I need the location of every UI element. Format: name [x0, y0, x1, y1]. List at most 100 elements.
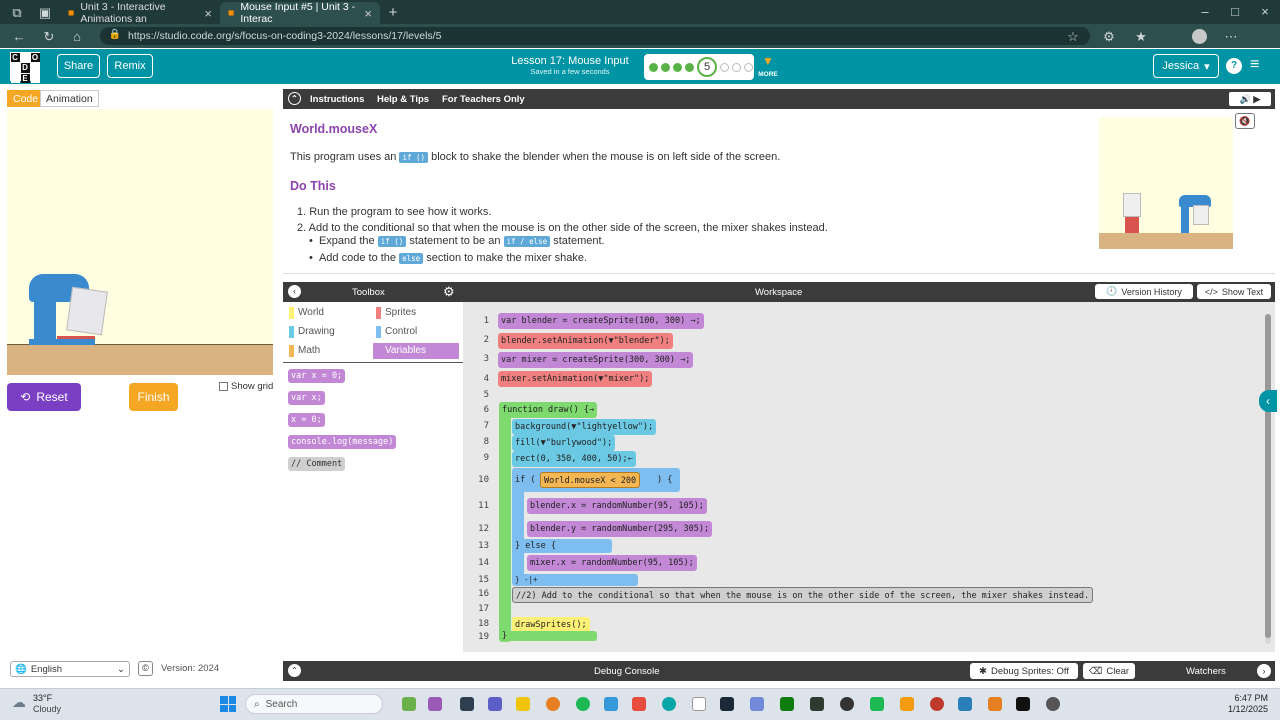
app-icon[interactable] — [900, 697, 914, 711]
widgets-icon[interactable] — [402, 697, 416, 711]
app-icon[interactable] — [1046, 697, 1060, 711]
workspace[interactable]: 1 2 3 4 5 6 7 8 9 10 11 12 13 14 15 16 1… — [463, 302, 1275, 652]
show-grid-toggle[interactable]: Show grid — [219, 381, 273, 392]
watchers-title[interactable]: Watchers — [1186, 666, 1226, 677]
copilot-icon[interactable] — [428, 697, 442, 711]
favorite-star-icon[interactable]: ☆ — [1064, 29, 1082, 45]
close-tab-icon[interactable]: × — [364, 6, 372, 21]
version-history-button[interactable]: 🕘 Version History — [1095, 284, 1193, 299]
close-tab-icon[interactable]: × — [204, 6, 212, 21]
level-dot[interactable] — [685, 62, 694, 72]
code-block-line-11[interactable]: blender.x = randomNumber(95, 105); — [527, 498, 707, 514]
tab-instructions[interactable]: Instructions — [310, 94, 364, 105]
else-block[interactable]: } else { — [512, 539, 612, 553]
show-grid-checkbox[interactable] — [219, 382, 228, 391]
function-draw-block[interactable]: function draw() {→ — [499, 402, 598, 418]
home-icon[interactable]: ⌂ — [68, 29, 86, 44]
close-window-icon[interactable]: × — [1256, 4, 1274, 19]
palette-block-assign[interactable]: x = 0; — [288, 413, 325, 427]
palette-block-var-assign[interactable]: var x = 0; — [288, 369, 346, 383]
tab-help-tips[interactable]: Help & Tips — [377, 94, 429, 105]
pt-app-icon[interactable] — [810, 697, 824, 711]
category-control[interactable]: Control — [373, 324, 459, 340]
outlook-icon[interactable] — [604, 697, 618, 711]
office-icon[interactable] — [632, 697, 646, 711]
category-sprites[interactable]: Sprites — [373, 305, 459, 321]
code-tab[interactable]: Code — [7, 90, 45, 107]
xbox-icon[interactable] — [780, 697, 794, 711]
favorites-icon[interactable]: ★ — [1132, 29, 1150, 45]
animation-tab[interactable]: Animation — [40, 90, 99, 107]
new-tab-icon[interactable]: + — [384, 4, 402, 21]
profile-avatar[interactable] — [1192, 29, 1207, 44]
minimize-icon[interactable]: – — [1196, 4, 1214, 19]
file-explorer-icon[interactable] — [516, 697, 530, 711]
help-icon[interactable]: ? — [1226, 58, 1242, 74]
extensions-icon[interactable]: ⚙ — [1100, 29, 1118, 45]
maximize-icon[interactable]: □ — [1226, 4, 1244, 19]
tab-actions-icon[interactable]: ▣ — [36, 5, 54, 21]
level-dot[interactable] — [720, 62, 729, 72]
game-stage[interactable] — [7, 109, 273, 375]
weather-temp[interactable]: 33°F — [33, 693, 52, 703]
code-block-line-4[interactable]: mixer.setAnimation(▼"mixer"); — [498, 371, 653, 387]
category-math[interactable]: Math — [286, 343, 372, 359]
app-icon[interactable] — [930, 697, 944, 711]
comment-block[interactable]: //2) Add to the conditional so that when… — [512, 587, 1094, 603]
app-icon[interactable] — [958, 697, 972, 711]
code-block-line-12[interactable]: blender.y = randomNumber(295, 305); — [527, 521, 713, 537]
app-icon[interactable] — [870, 697, 884, 711]
example-preview-image[interactable] — [1099, 117, 1233, 249]
level-dot[interactable] — [649, 62, 658, 72]
level-dot[interactable] — [732, 62, 741, 72]
hamburger-menu-icon[interactable]: ≡ — [1250, 56, 1259, 74]
debug-sprites-button[interactable]: ✱ Debug Sprites: Off — [970, 663, 1078, 679]
code-block-line-8[interactable]: fill(▼"burlywood"); — [512, 435, 616, 451]
teams-icon[interactable] — [488, 697, 502, 711]
back-icon[interactable]: ← — [10, 29, 28, 44]
settings-gear-icon[interactable]: ⚙ — [443, 284, 455, 300]
copyright-icon[interactable]: © — [138, 661, 153, 676]
code-block-line-1[interactable]: var blender = createSprite(100, 300) →; — [498, 313, 704, 329]
browser-tab[interactable]: ■ Unit 3 - Interactive Animations an × — [60, 1, 220, 25]
category-variables[interactable]: Variables — [373, 343, 459, 359]
watchers-toggle-icon[interactable]: › — [1257, 664, 1271, 678]
remix-button[interactable]: Remix — [107, 54, 153, 78]
weather-desc[interactable]: Cloudy — [33, 704, 61, 714]
app-icon[interactable] — [1016, 697, 1030, 711]
share-button[interactable]: Share — [57, 54, 100, 78]
condition-block[interactable]: World.mouseX < 200 — [540, 472, 641, 488]
current-level[interactable]: 5 — [697, 57, 717, 77]
workspace-scrollbar[interactable] — [1265, 314, 1271, 644]
task-view-icon[interactable] — [460, 697, 474, 711]
edge-icon[interactable] — [662, 697, 676, 711]
more-label[interactable]: MORE — [756, 71, 780, 78]
expand-debug-icon[interactable]: ⌃ — [288, 664, 301, 677]
category-world[interactable]: World — [286, 305, 372, 321]
code-block-line-3[interactable]: var mixer = createSprite(300, 300) →; — [498, 352, 694, 368]
tab-teachers-only[interactable]: For Teachers Only — [442, 94, 525, 105]
user-menu-button[interactable]: Jessica ▾ — [1153, 54, 1219, 78]
mute-icon[interactable]: 🔇 — [1235, 113, 1255, 129]
taskbar-search[interactable]: ⌕ Search — [245, 694, 383, 714]
palette-block-console-log[interactable]: console.log(message) — [288, 435, 397, 449]
text-to-speech-button[interactable]: 🔊 ▶ — [1229, 92, 1271, 106]
clear-button[interactable]: ⌫ Clear — [1083, 663, 1135, 679]
firefox-icon[interactable] — [546, 697, 560, 711]
url-field[interactable]: https://studio.code.org/s/focus-on-codin… — [100, 27, 1090, 45]
steam-icon[interactable] — [720, 697, 734, 711]
expand-panel-icon[interactable]: ‹ — [1259, 390, 1277, 412]
level-dot[interactable] — [673, 62, 682, 72]
finish-button[interactable]: Finish — [129, 383, 178, 411]
show-text-button[interactable]: </> Show Text — [1197, 284, 1271, 299]
code-block-line-14[interactable]: mixer.x = randomNumber(95, 105); — [527, 555, 697, 571]
reset-button[interactable]: ⟲ Reset — [7, 383, 81, 411]
more-chevron-icon[interactable]: ▼ — [758, 54, 778, 68]
app-icon[interactable] — [840, 697, 854, 711]
app-icon[interactable] — [988, 697, 1002, 711]
palette-block-var-declare[interactable]: var x; — [288, 391, 325, 405]
workspaces-icon[interactable]: ⧉ — [8, 5, 26, 21]
collapse-toolbox-icon[interactable]: ‹ — [288, 285, 301, 298]
palette-block-comment[interactable]: // Comment — [288, 457, 346, 471]
site-info-icon[interactable]: 🔒 — [106, 29, 124, 40]
